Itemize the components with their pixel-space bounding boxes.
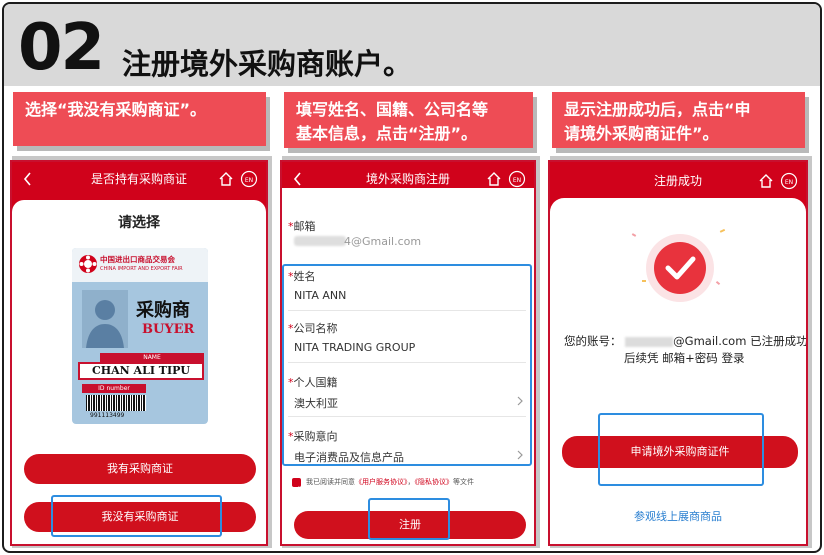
buyer-badge-image: 中国进出口商品交易会 CHINA IMPORT AND EXPORT FAIR … [72, 248, 208, 424]
caption-line: 选择“我没有采购商证”。 [25, 100, 207, 119]
badge-holder-name: CHAN ALI TIPU [78, 362, 204, 380]
badge-fair-name-en: CHINA IMPORT AND EXPORT FAIR [100, 266, 183, 272]
user-service-agreement-link[interactable]: 《用户服务协议》 [355, 478, 408, 486]
step-title: 注册境外采购商账户。 [122, 47, 413, 81]
login-hint: 后续凭 邮箱+密码 登录 [624, 351, 745, 365]
app-bar: 注册成功 EN [550, 162, 806, 200]
svg-text:EN: EN [785, 179, 793, 186]
browse-exhibits-link[interactable]: 参观线上展商商品 [550, 508, 806, 524]
canton-fair-logo-icon [79, 255, 97, 273]
caption-line: 显示注册成功后，点击“申 [564, 100, 751, 119]
badge-id-value: 991113499 [90, 412, 125, 419]
badge-barcode [86, 395, 146, 411]
account-status: 已注册成功 [750, 334, 808, 348]
caption-step-1: 选择“我没有采购商证”。 [13, 92, 266, 146]
highlight-box [598, 413, 764, 486]
caption-step-3: 显示注册成功后，点击“申 请境外采购商证件”。 [552, 92, 805, 148]
badge-id-label: ID number [82, 384, 146, 393]
phone-screen-1: 是否持有采购商证 EN 请选择 中国进出口商品交易会 CHINA IMPORT … [10, 160, 268, 546]
agreement-text: 我已阅读并同意《用户服务协议》，《隐私协议》等文件 [306, 477, 474, 487]
screen-title: 注册成功 [653, 174, 702, 188]
home-icon[interactable] [758, 173, 774, 189]
selection-card: 请选择 中国进出口商品交易会 CHINA IMPORT AND EXPORT F… [12, 200, 266, 544]
svg-text:EN: EN [513, 177, 521, 184]
highlight-box [282, 264, 532, 466]
caption-step-2: 填写姓名、国籍、公司名等 基本信息，点击“注册”。 [284, 92, 533, 148]
back-icon[interactable] [22, 172, 34, 186]
screen-title: 境外采购商注册 [365, 172, 450, 186]
language-icon[interactable]: EN [240, 170, 258, 188]
badge-fair-name-cn: 中国进出口商品交易会 [100, 255, 175, 264]
agreement-suffix: 等文件 [453, 478, 474, 486]
agreement-separator: ， [407, 478, 415, 486]
email-label: *邮箱 [288, 220, 316, 233]
account-redacted [625, 336, 674, 347]
highlight-box [368, 498, 450, 540]
badge-name-label: NAME [100, 353, 204, 362]
privacy-agreement-link[interactable]: 《隐私协议》 [415, 478, 454, 486]
header-band: 02 注册境外采购商账户。 [4, 4, 820, 86]
svg-text:EN: EN [245, 177, 253, 184]
have-buyer-badge-button[interactable]: 我有采购商证 [24, 454, 256, 484]
account-email: @Gmail.com [673, 334, 747, 348]
email-redacted [294, 236, 346, 246]
language-icon[interactable]: EN [780, 172, 798, 190]
caption-line: 填写姓名、国籍、公司名等 [296, 100, 489, 119]
caption-line: 请境外采购商证件”。 [564, 124, 719, 143]
email-field[interactable]: 4@Gmail.com [344, 235, 421, 248]
step-number: 02 [18, 11, 105, 85]
screen-title: 是否持有采购商证 [90, 172, 187, 186]
account-line: 您的账号： @Gmail.com 已注册成功 [564, 333, 808, 349]
agreement-prefix: 我已阅读并同意 [306, 478, 355, 486]
phone-screen-3: 注册成功 EN 您的账号： @Gmail.com 已注册成功 后续凭 邮箱+密码… [548, 160, 808, 546]
success-check-icon [631, 228, 726, 302]
success-card: 您的账号： @Gmail.com 已注册成功 后续凭 邮箱+密码 登录 申请境外… [550, 198, 806, 544]
badge-role-en: BUYER [142, 322, 195, 337]
app-bar: 是否持有采购商证 EN [12, 162, 266, 196]
check-icon [293, 486, 300, 492]
portrait-frame [82, 290, 128, 348]
home-icon[interactable] [486, 171, 502, 187]
prompt-title: 请选择 [118, 215, 160, 231]
back-icon[interactable] [292, 172, 304, 186]
portrait-icon [86, 300, 124, 348]
caption-line: 基本信息，点击“注册”。 [296, 124, 478, 143]
highlight-box [51, 495, 222, 537]
badge-role-cn: 采购商 [136, 300, 190, 321]
home-icon[interactable] [218, 171, 234, 187]
account-prefix: 您的账号： [564, 334, 622, 348]
agreement-checkbox[interactable] [292, 478, 301, 492]
language-icon[interactable]: EN [508, 170, 526, 188]
